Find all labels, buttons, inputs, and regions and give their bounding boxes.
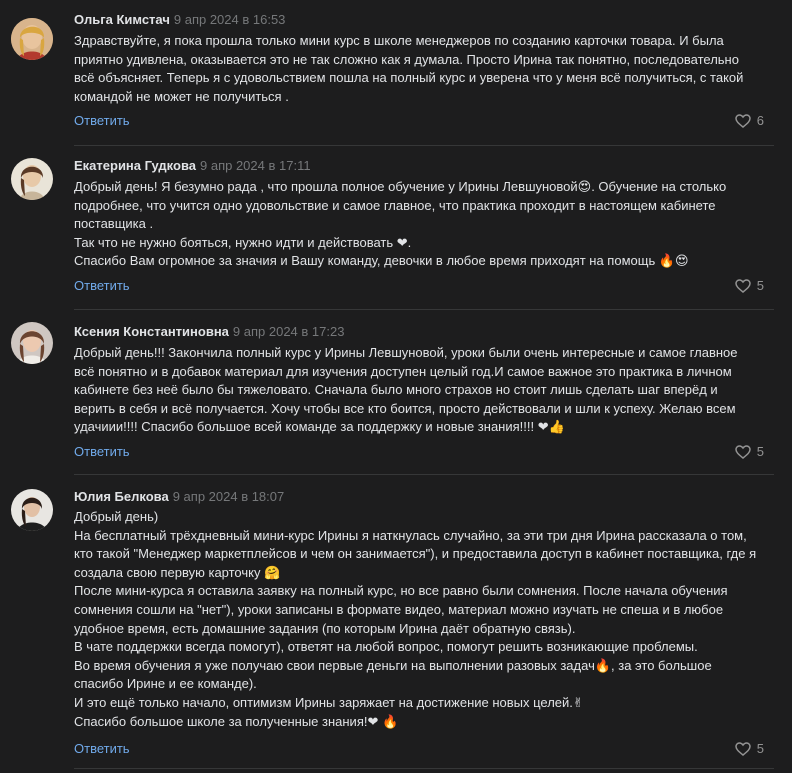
like-button[interactable]: 5 (735, 444, 764, 459)
comment-header: Ольга Кимстач 9 апр 2024 в 16:53 (74, 12, 285, 28)
comment: Ольга Кимстач 9 апр 2024 в 16:53 Здравств… (0, 0, 792, 146)
heart-icon (735, 113, 751, 128)
divider (74, 768, 774, 769)
comment-header: Екатерина Гудкова 9 апр 2024 в 17:11 (74, 158, 311, 174)
comment-date[interactable]: 9 апр 2024 в 16:53 (174, 12, 286, 27)
heart-icon (735, 278, 751, 293)
comment: Ксения Константиновна 9 апр 2024 в 17:23 … (0, 310, 792, 478)
comment-header: Юлия Белкова 9 апр 2024 в 18:07 (74, 489, 284, 505)
text-line: Спасибо Вам огромное за значия и Вашу ко… (74, 253, 689, 269)
text-line: удачиии!!!! Спасибо большое всей команде… (74, 419, 565, 435)
text-line: всё понятно и в добавок материал для изу… (74, 363, 732, 379)
like-count: 5 (756, 444, 764, 459)
text-line: сомнения сошли на "нет"), уроки записаны… (74, 601, 724, 617)
reply-button[interactable]: Ответить (74, 741, 130, 756)
text-line: поставщика . (74, 216, 154, 232)
comment: Екатерина Гудкова 9 апр 2024 в 17:11 Добр… (0, 146, 792, 314)
text-line: кто такой "Менеджер маркетплейсов и чем … (74, 546, 757, 562)
text-line: верить в себя и всё получается. Хочу что… (74, 400, 736, 416)
author-name[interactable]: Ольга Кимстач (74, 12, 170, 27)
avatar[interactable] (11, 158, 53, 200)
text-line: удобное время, есть домашние задания (по… (74, 620, 576, 636)
text-line: Так что не нужно бояться, нужно идти и д… (74, 234, 412, 250)
heart-icon (735, 741, 751, 756)
like-button[interactable]: 6 (735, 113, 764, 128)
like-count: 5 (756, 741, 764, 756)
comment-date[interactable]: 9 апр 2024 в 17:23 (233, 324, 345, 339)
text-line: всё объясняет. Теперь я с удовольствием … (74, 70, 744, 86)
text-line: Спасибо большое школе за полученные знан… (74, 713, 399, 729)
text-line: подробнее, что учится одно удовольствие … (74, 197, 716, 213)
text-line: Добрый день!!! Закончила полный курс у И… (74, 345, 738, 360)
text-line: После мини-курса я оставила заявку на по… (74, 583, 728, 599)
avatar[interactable] (11, 322, 53, 364)
comment-text: Добрый день) На бесплатный трёхдневный м… (74, 508, 774, 731)
text-line: На бесплатный трёхдневный мини-курс Ирин… (74, 527, 747, 543)
comment-text: Добрый день!!! Закончила полный курс у И… (74, 344, 774, 437)
text-line: Добрый день) (74, 509, 159, 524)
reply-button[interactable]: Ответить (74, 113, 130, 128)
comment-date[interactable]: 9 апр 2024 в 17:11 (200, 158, 311, 173)
text-line: Здравствуйте, я пока прошла только мини … (74, 33, 724, 48)
text-line: командой не может не получиться . (74, 88, 289, 104)
text-line: спасибо Ирине и ее команде). (74, 676, 257, 692)
like-count: 5 (756, 278, 764, 293)
avatar[interactable] (11, 18, 53, 60)
comment: Юлия Белкова 9 апр 2024 в 18:07 Добрый де… (0, 475, 792, 773)
text-line: кабинете без неё было бы тяжеловато. Сна… (74, 382, 718, 398)
author-name[interactable]: Юлия Белкова (74, 489, 169, 504)
text-line: Во время обучения я уже получаю свои пер… (74, 657, 712, 673)
reply-button[interactable]: Ответить (74, 444, 130, 459)
comment-text: Добрый день! Я безумно рада , что прошла… (74, 178, 774, 271)
text-line: В чате поддержки всегда помогут), ответя… (74, 639, 698, 655)
comment-date[interactable]: 9 апр 2024 в 18:07 (173, 489, 285, 504)
comment-text: Здравствуйте, я пока прошла только мини … (74, 32, 774, 106)
like-count: 6 (756, 113, 764, 128)
text-line: И это ещё только начало, оптимизм Ирины … (74, 694, 584, 710)
avatar[interactable] (11, 489, 53, 531)
author-name[interactable]: Екатерина Гудкова (74, 158, 196, 173)
like-button[interactable]: 5 (735, 741, 764, 756)
author-name[interactable]: Ксения Константиновна (74, 324, 229, 339)
reply-button[interactable]: Ответить (74, 278, 130, 293)
text-line: приятно удивлена, оказывается это не так… (74, 51, 739, 67)
like-button[interactable]: 5 (735, 278, 764, 293)
text-line: создала свою первую карточку 🤗 (74, 564, 281, 580)
comment-header: Ксения Константиновна 9 апр 2024 в 17:23 (74, 324, 344, 340)
heart-icon (735, 444, 751, 459)
text-line: Добрый день! Я безумно рада , что прошла… (74, 179, 727, 194)
